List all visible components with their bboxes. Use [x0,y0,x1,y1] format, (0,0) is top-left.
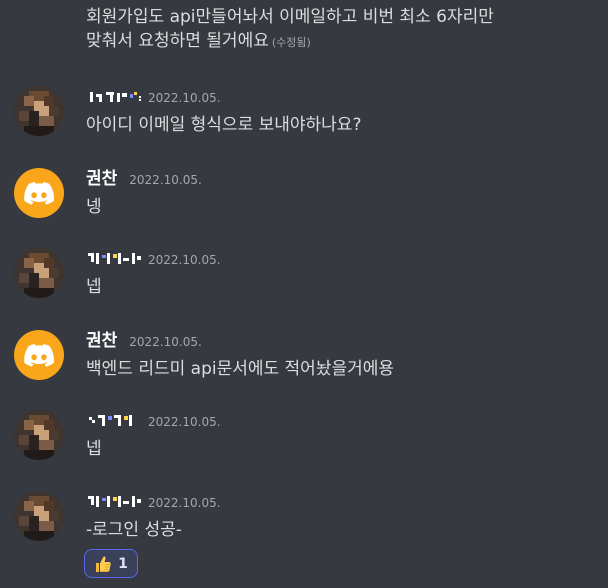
timestamp: 2022.10.05. [129,335,202,349]
discord-logo-icon [24,343,54,367]
message-text: 넹 [86,197,102,217]
message-text: 백엔드 리드미 api문서에도 적어놨을거에용 [86,359,395,379]
username[interactable]: 권찬 [86,330,117,352]
avatar[interactable] [14,410,64,460]
edited-label: (수정됨) [271,36,311,49]
timestamp: 2022.10.05. [129,173,202,187]
timestamp: 2022.10.05. [148,91,221,105]
message-text: 넵 [86,277,102,297]
timestamp: 2022.10.05. [148,496,221,510]
message-text: 회원가입도 api만들어놔서 이메일하고 비번 최소 6자리만 [86,7,494,27]
avatar-pixel-image [14,86,64,136]
message-header: 2022.10.05. [86,491,221,510]
reaction-count: 1 [118,555,128,572]
message-header: 권찬 2022.10.05. [86,330,202,352]
avatar[interactable] [14,86,64,136]
username-pixel-image[interactable] [86,412,144,428]
avatar-pixel-image [14,410,64,460]
timestamp: 2022.10.05. [148,415,221,429]
message-text: 아이디 이메일 형식으로 보내야하나요? [86,115,362,135]
avatar[interactable] [14,248,64,298]
message-header: 2022.10.05. [86,410,221,429]
avatar-pixel-image [14,491,64,541]
avatar[interactable] [14,491,64,541]
username-pixel-image[interactable] [86,250,144,266]
avatar[interactable] [14,168,64,218]
message-text: -로그인 성공- [86,520,182,540]
username-pixel-image[interactable] [86,493,144,509]
message-text-line2: 맞춰서 요청하면 될거에요 (수정됨) [86,29,494,55]
username[interactable]: 권찬 [86,168,117,190]
thumbs-up-icon [96,556,111,572]
message-header: 2022.10.05. [86,248,221,267]
avatar-pixel-image [14,248,64,298]
message-header: 권찬 2022.10.05. [86,168,202,190]
discord-logo-icon [24,181,54,205]
message-header: 2022.10.05. [86,86,221,105]
message-text: 맞춰서 요청하면 될거에요 [86,31,269,51]
message-continuation: 회원가입도 api만들어놔서 이메일하고 비번 최소 6자리만 맞춰서 요청하면… [86,5,494,55]
avatar[interactable] [14,330,64,380]
username-pixel-image[interactable] [86,88,144,104]
reaction-button[interactable]: 1 [84,549,138,578]
timestamp: 2022.10.05. [148,253,221,267]
message-text: 넵 [86,439,102,459]
chat-log: 회원가입도 api만들어놔서 이메일하고 비번 최소 6자리만 맞춰서 요청하면… [0,0,608,588]
